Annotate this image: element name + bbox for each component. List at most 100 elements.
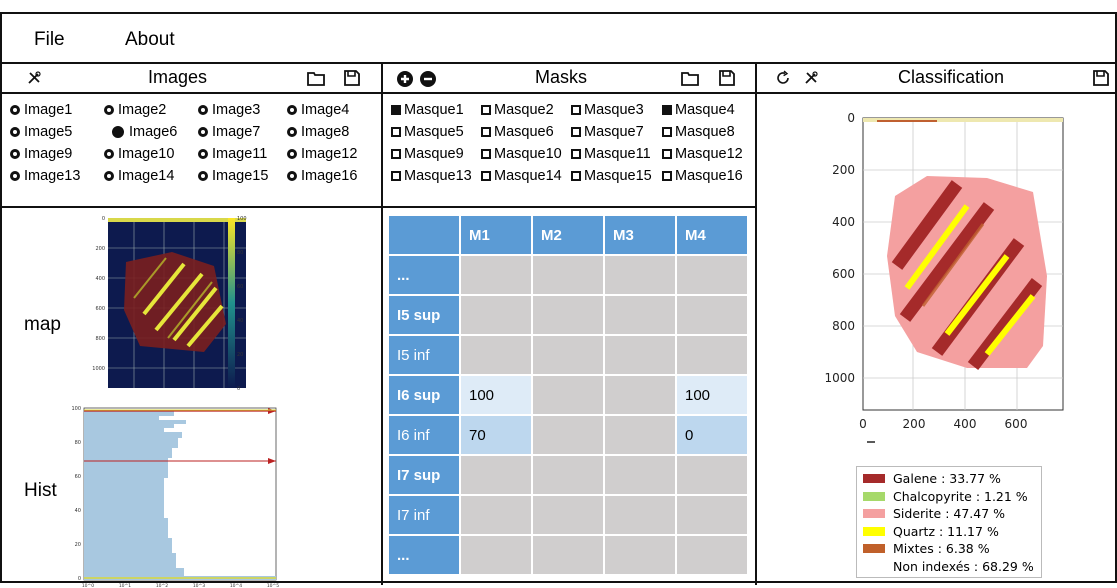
hist-x-tick-label: 10^3 [193,583,205,588]
table-row-header: ... [389,256,461,296]
table-row: I6 sup 100 100 [389,376,749,416]
remove-mask-icon[interactable] [420,71,436,92]
table-cell[interactable] [605,536,677,576]
folder-icon[interactable] [307,70,325,91]
folder-icon[interactable] [681,70,699,91]
image-radio-10[interactable]: Image10 [104,146,174,162]
radio-unselected-icon [287,171,297,181]
table-cell[interactable] [605,256,677,296]
image-radio-8[interactable]: Image8 [287,124,349,140]
legend-entry: Non indexés : 68.29 % [863,559,1034,574]
table-cell[interactable] [605,336,677,376]
table-cell[interactable] [677,296,749,336]
legend-label: Mixtes : 6.38 % [893,541,990,556]
mask-checkbox-16[interactable]: Masque16 [662,168,743,184]
table-cell[interactable] [461,496,533,536]
table-cell[interactable] [533,416,605,456]
image-radio-2[interactable]: Image2 [104,102,166,118]
table-cell[interactable] [605,496,677,536]
table-cell[interactable] [533,296,605,336]
map-y-tick-label: 800 [95,336,105,342]
table-cell[interactable] [533,256,605,296]
table-cell[interactable] [605,416,677,456]
mask-checkbox-2[interactable]: Masque2 [481,102,554,118]
table-cell[interactable] [461,256,533,296]
table-cell[interactable] [533,496,605,536]
table-cell[interactable] [605,456,677,496]
table-cell[interactable]: 70 [461,416,533,456]
map-label: map [24,314,61,335]
mask-checkbox-1[interactable]: Masque1 [391,102,464,118]
table-cell[interactable]: 0 [677,416,749,456]
class-x-tick-label: 200 [903,417,926,431]
mask-checkbox-10[interactable]: Masque10 [481,146,562,162]
image-radio-15[interactable]: Image15 [198,168,268,184]
map-y-tick-label: 200 [95,246,105,252]
mask-checkbox-5[interactable]: Masque5 [391,124,464,140]
image-radio-5[interactable]: Image5 [10,124,72,140]
table-cell[interactable]: 100 [461,376,533,416]
image-radio-7[interactable]: Image7 [198,124,260,140]
mask-checkbox-3[interactable]: Masque3 [571,102,644,118]
save-icon[interactable] [1093,70,1109,91]
class-y-tick-label: 0 [847,111,855,125]
radio-unselected-icon [104,149,114,159]
mask-checkbox-12[interactable]: Masque12 [662,146,743,162]
mask-checkbox-4[interactable]: Masque4 [662,102,735,118]
refresh-icon[interactable] [775,70,791,91]
legend-swatch [863,509,885,518]
image-radio-12[interactable]: Image12 [287,146,357,162]
image-radio-6[interactable]: Image6 [104,124,177,140]
mask-checkbox-7[interactable]: Masque7 [571,124,644,140]
masks-title: Masks [535,67,588,87]
mask-checkbox-11[interactable]: Masque11 [571,146,651,162]
add-mask-icon[interactable] [397,71,413,92]
menu-file[interactable]: File [34,29,65,51]
class-y-tick-label: 400 [832,215,855,229]
mask-checkbox-15[interactable]: Masque15 [571,168,652,184]
image-radio-9[interactable]: Image9 [10,146,72,162]
table-cell[interactable] [677,536,749,576]
mask-checkbox-14[interactable]: Masque14 [481,168,562,184]
hist-y-tick-label: 100 [71,406,81,412]
save-icon[interactable] [344,70,360,91]
table-cell[interactable] [461,536,533,576]
table-cell[interactable] [677,456,749,496]
table-cell[interactable] [533,376,605,416]
mask-checkbox-13[interactable]: Masque13 [391,168,472,184]
mask-checkbox-8[interactable]: Masque8 [662,124,735,140]
mask-table: M1 M2 M3 M4 ... I5 sup I5 inf I6 sup 100 100 I6 i… [389,216,749,576]
table-cell[interactable] [533,536,605,576]
image-radio-4[interactable]: Image4 [287,102,349,118]
mask-checkbox-9[interactable]: Masque9 [391,146,464,162]
table-cell[interactable] [605,376,677,416]
masks-panel: Masks Masque1 Masque2 Masque3 Masque4 Masque… [383,62,757,585]
legend-swatch [863,544,885,553]
image-radio-label: Image14 [118,168,175,184]
table-cell[interactable] [677,256,749,296]
table-cell[interactable] [677,496,749,536]
mask-checkbox-6[interactable]: Masque6 [481,124,554,140]
image-radio-3[interactable]: Image3 [198,102,260,118]
table-cell[interactable] [461,336,533,376]
table-cell[interactable] [605,296,677,336]
table-cell[interactable]: 100 [677,376,749,416]
table-cell[interactable] [461,296,533,336]
tools-icon[interactable] [26,70,42,91]
image-radio-13[interactable]: Image13 [10,168,80,184]
image-radio-14[interactable]: Image14 [104,168,174,184]
save-icon[interactable] [719,70,735,91]
table-row-header: I5 inf [389,336,461,376]
image-radio-11[interactable]: Image11 [198,146,267,162]
table-cell[interactable] [533,456,605,496]
checkbox-unchecked-icon [481,127,491,137]
mask-checkbox-label: Masque10 [494,146,562,162]
image-radio-1[interactable]: Image1 [10,102,72,118]
table-cell[interactable] [533,336,605,376]
radio-unselected-icon [10,127,20,137]
tools-icon[interactable] [803,70,819,91]
menu-about[interactable]: About [125,29,175,51]
image-radio-16[interactable]: Image16 [287,168,357,184]
table-cell[interactable] [677,336,749,376]
table-cell[interactable] [461,456,533,496]
